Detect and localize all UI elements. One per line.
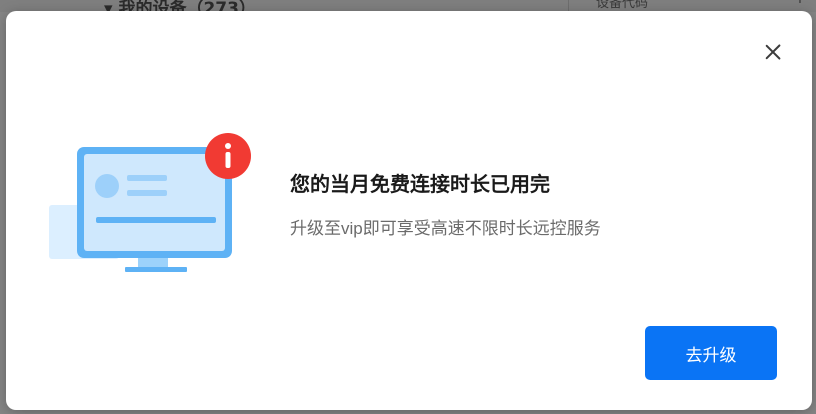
dialog-subtitle: 升级至vip即可享受高速不限时长远控服务 [290, 219, 601, 238]
screen-avatar [95, 174, 119, 198]
extra-column-header: T [796, 0, 804, 7]
monitor-screen [84, 154, 225, 251]
dialog-title: 您的当月免费连接时长已用完 [290, 174, 550, 196]
alert-badge-dot [225, 143, 231, 149]
monitor-alert-icon [49, 133, 251, 272]
screen-line-2 [127, 190, 167, 196]
screen-line-1 [127, 175, 167, 181]
screen-line-3 [96, 217, 216, 223]
device-code-column-header: 设备代码 [596, 0, 649, 11]
upgrade-button[interactable]: 去升级 [645, 326, 777, 380]
close-icon[interactable] [762, 41, 784, 63]
upgrade-dialog: 您的当月免费连接时长已用完 升级至vip即可享受高速不限时长远控服务 去升级 [6, 11, 812, 410]
alert-badge-bar [225, 152, 231, 168]
monitor-stand-base [125, 267, 187, 272]
